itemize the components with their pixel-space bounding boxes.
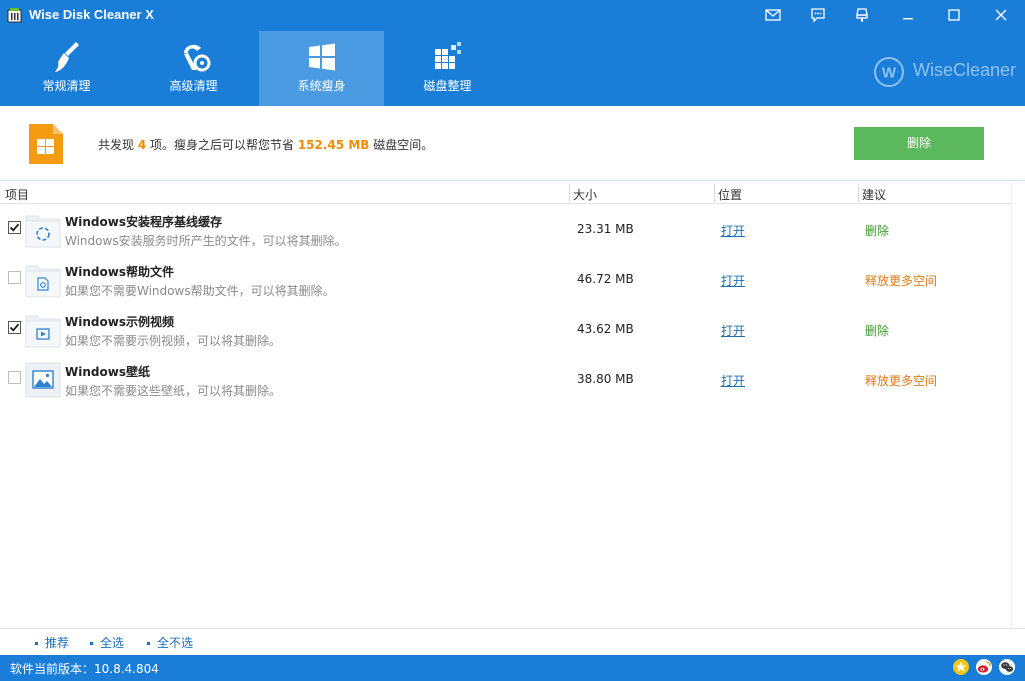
tab-defrag[interactable]: 磁盘整理 xyxy=(385,31,510,106)
link-label: 全不选 xyxy=(157,636,194,650)
title-bar: Wise Disk Cleaner X xyxy=(0,0,1025,31)
open-link[interactable]: 打开 xyxy=(721,222,745,239)
header-item[interactable]: 项目 xyxy=(5,186,29,203)
suggestion-label: 删除 xyxy=(865,324,890,338)
item-title: Windows示例视频 xyxy=(65,315,174,329)
defrag-blocks-icon xyxy=(434,42,461,69)
select-all-link[interactable]: 全选 xyxy=(90,634,124,651)
weibo-icon[interactable] xyxy=(975,658,993,676)
help-file-icon xyxy=(25,265,61,298)
checkmark-icon xyxy=(9,323,20,332)
table-row[interactable]: Windows安装程序基线缓存 Windows安装服务时所产生的文件，可以将其删… xyxy=(0,208,1011,258)
item-description: 如果您不需要这些壁纸，可以将其删除。 xyxy=(65,384,282,398)
table-row[interactable]: Windows示例视频 如果您不需要示例视频，可以将其删除。 43.62 MB … xyxy=(0,308,1011,358)
item-title: Windows壁纸 xyxy=(65,365,150,379)
tab-advanced-clean[interactable]: 高级清理 xyxy=(131,31,256,106)
mail-icon[interactable] xyxy=(763,5,783,25)
summary-middle: 项。瘦身之后可以帮您节省 xyxy=(146,138,298,152)
wechat-icon[interactable] xyxy=(998,658,1016,676)
checkmark-icon xyxy=(9,223,20,232)
summary-prefix: 共发现 xyxy=(98,138,138,152)
bullet-icon xyxy=(90,642,93,645)
select-none-link[interactable]: 全不选 xyxy=(147,634,193,651)
item-size: 38.80 MB xyxy=(577,372,634,386)
maximize-icon[interactable] xyxy=(944,5,964,25)
skin-icon[interactable] xyxy=(852,5,872,25)
link-label: 全选 xyxy=(100,636,125,650)
main-nav: 常规清理 高级清理 系统瘦身 磁盘整理 W WiseCleaner xyxy=(0,31,1025,106)
version-text: 软件当前版本：10.8.4.804 xyxy=(10,662,159,676)
link-label: 推荐 xyxy=(45,636,70,650)
broom-icon xyxy=(54,42,79,72)
video-file-icon xyxy=(25,315,61,348)
column-divider[interactable] xyxy=(858,184,859,202)
row-checkbox[interactable] xyxy=(8,371,21,384)
summary-message: 共发现 4 项。瘦身之后可以帮您节省 152.45 MB 磁盘空间。 xyxy=(98,136,433,153)
item-size: 23.31 MB xyxy=(577,222,634,236)
tab-label: 高级清理 xyxy=(169,79,218,93)
feedback-icon[interactable] xyxy=(808,5,828,25)
brand-mark: W xyxy=(882,65,897,82)
suggestion-label: 释放更多空间 xyxy=(865,274,938,288)
table-row[interactable]: Windows壁纸 如果您不需要这些壁纸，可以将其删除。 38.80 MB 打开… xyxy=(0,358,1011,408)
item-title: Windows安装程序基线缓存 xyxy=(65,215,222,229)
item-description: 如果您不需要示例视频，可以将其删除。 xyxy=(65,334,282,348)
item-description: 如果您不需要Windows帮助文件，可以将其删除。 xyxy=(65,284,335,298)
selection-links: 推荐 全选 全不选 xyxy=(0,628,1025,655)
recommend-link[interactable]: 推荐 xyxy=(35,634,69,651)
summary-panel: 共发现 4 项。瘦身之后可以帮您节省 152.45 MB 磁盘空间。 删除 xyxy=(0,106,1025,181)
wisecleaner-logo-icon: W xyxy=(874,57,904,87)
vacuum-icon xyxy=(183,44,210,72)
table-header: 项目 大小 位置 建议 xyxy=(0,182,1011,204)
saved-size: 152.45 MB xyxy=(297,138,370,152)
suggestion-label: 释放更多空间 xyxy=(865,374,938,388)
item-description: Windows安装服务时所产生的文件，可以将其删除。 xyxy=(65,234,347,248)
item-title: Windows帮助文件 xyxy=(65,265,174,279)
header-size[interactable]: 大小 xyxy=(573,186,597,203)
bullet-icon xyxy=(35,642,38,645)
minimize-icon[interactable] xyxy=(898,5,918,25)
open-link[interactable]: 打开 xyxy=(721,372,745,389)
item-size: 46.72 MB xyxy=(577,272,634,286)
wallpaper-icon xyxy=(25,362,61,398)
vertical-scrollbar[interactable] xyxy=(1011,182,1025,628)
tab-label: 常规清理 xyxy=(42,79,91,93)
brand-name: WiseCleaner xyxy=(913,60,1017,80)
windows-logo-icon xyxy=(308,43,335,71)
open-link[interactable]: 打开 xyxy=(721,272,745,289)
found-count: 4 xyxy=(137,138,147,152)
tab-common-clean[interactable]: 常规清理 xyxy=(4,31,129,106)
bullet-icon xyxy=(147,642,150,645)
installer-cache-icon xyxy=(25,215,61,248)
row-checkbox[interactable] xyxy=(8,221,21,234)
summary-suffix: 磁盘空间。 xyxy=(369,138,434,152)
delete-button[interactable]: 删除 xyxy=(854,127,984,160)
suggestion-label: 删除 xyxy=(865,224,890,238)
window-title: Wise Disk Cleaner X xyxy=(29,7,154,22)
row-checkbox[interactable] xyxy=(8,321,21,334)
header-suggestion[interactable]: 建议 xyxy=(862,186,886,203)
app-logo-icon xyxy=(7,8,22,23)
open-link[interactable]: 打开 xyxy=(721,322,745,339)
close-icon[interactable] xyxy=(991,5,1011,25)
tab-label: 磁盘整理 xyxy=(423,79,472,93)
tab-system-slim[interactable]: 系统瘦身 xyxy=(259,31,384,106)
column-divider[interactable] xyxy=(714,184,715,202)
header-location[interactable]: 位置 xyxy=(718,186,742,203)
status-bar: 软件当前版本：10.8.4.804 xyxy=(0,655,1025,681)
rate-star-icon[interactable] xyxy=(952,658,970,676)
column-divider[interactable] xyxy=(569,184,570,202)
slim-file-icon xyxy=(29,124,63,164)
tab-label: 系统瘦身 xyxy=(297,79,346,93)
row-checkbox[interactable] xyxy=(8,271,21,284)
item-size: 43.62 MB xyxy=(577,322,634,336)
table-row[interactable]: Windows帮助文件 如果您不需要Windows帮助文件，可以将其删除。 46… xyxy=(0,258,1011,308)
